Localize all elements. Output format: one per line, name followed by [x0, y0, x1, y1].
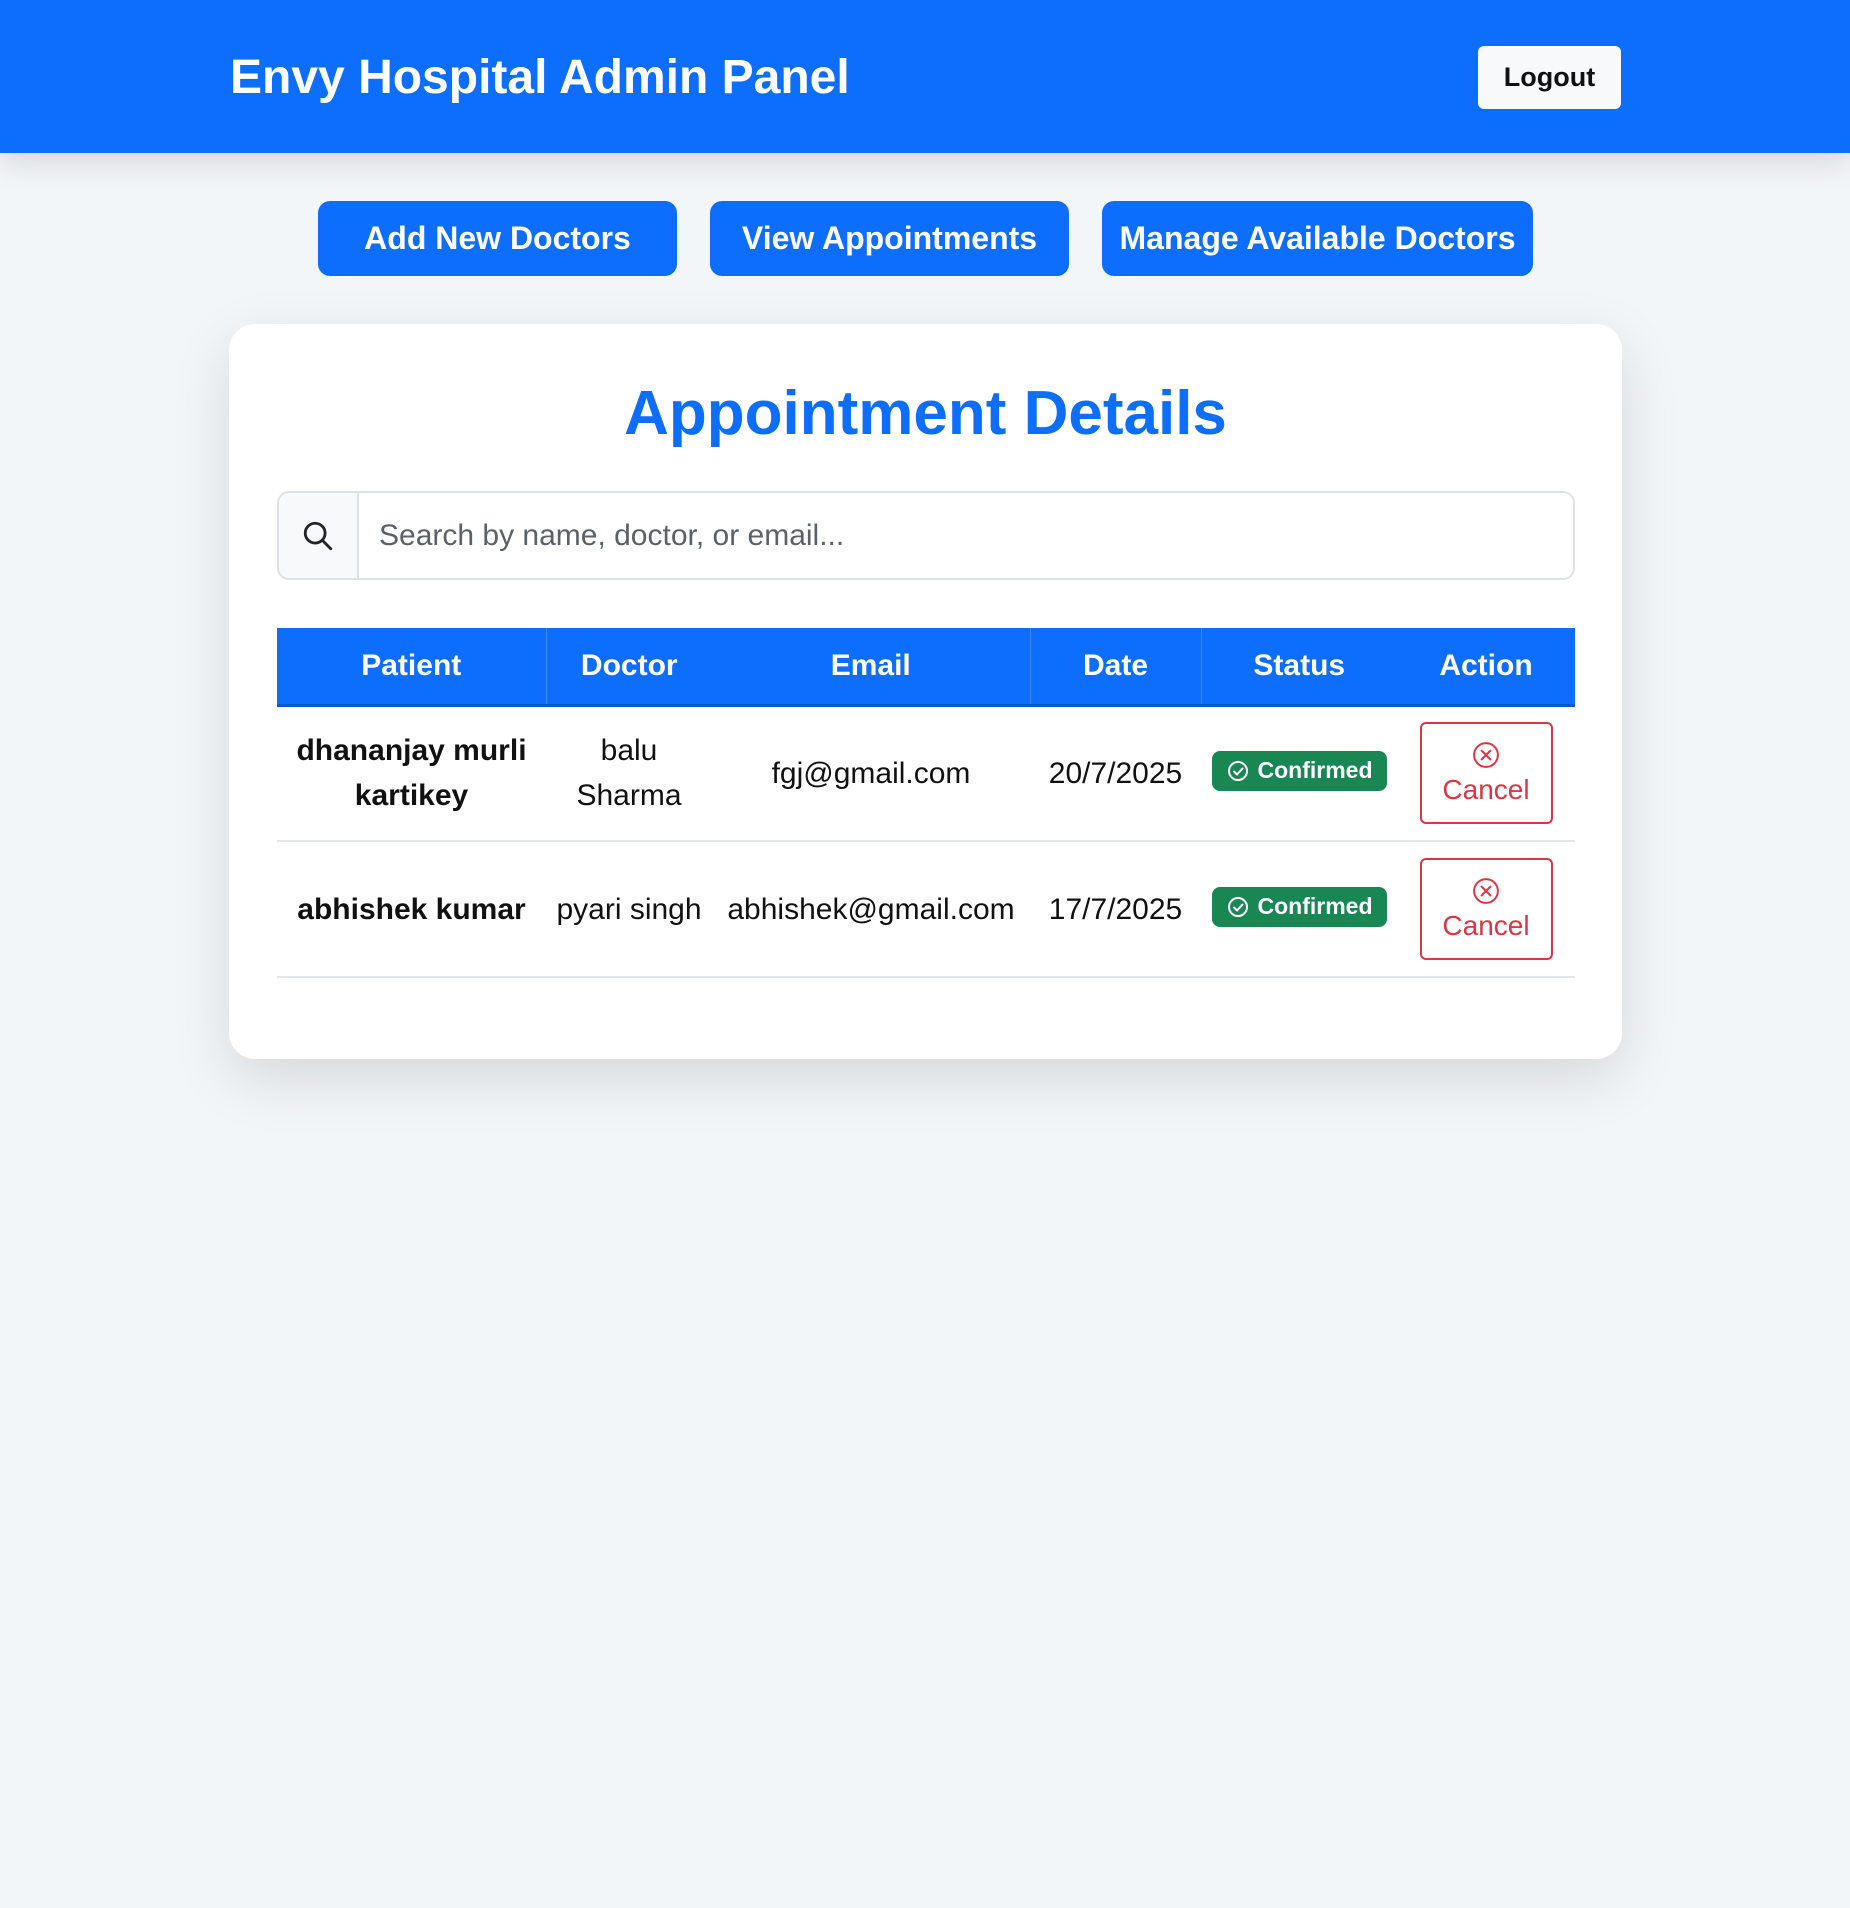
cancel-label: Cancel: [1442, 910, 1530, 941]
column-header-action: Action: [1397, 628, 1575, 707]
x-circle-icon: [1473, 742, 1499, 769]
patient-name: dhananjay murli kartikey: [277, 705, 546, 842]
table-row: dhananjay murli kartikey balu Sharma fgj…: [277, 705, 1575, 842]
doctor-name: pyari singh: [546, 841, 712, 978]
check-circle-icon: [1227, 896, 1248, 917]
patient-name: abhishek kumar: [277, 841, 546, 978]
view-appointments-button[interactable]: View Appointments: [710, 201, 1069, 276]
status-label: Confirmed: [1257, 893, 1373, 919]
patient-email: abhishek@gmail.com: [712, 841, 1030, 978]
status-label: Confirmed: [1257, 757, 1373, 784]
appointments-card: Appointment Details Patient Doctor Email…: [229, 324, 1622, 1059]
manage-available-doctors-button[interactable]: Manage Available Doctors: [1102, 201, 1533, 276]
column-header-date: Date: [1030, 628, 1202, 707]
search-icon: [279, 493, 359, 578]
appointments-table: Patient Doctor Email Date Status Action …: [277, 628, 1575, 978]
column-header-patient: Patient: [277, 628, 547, 707]
app-title: Envy Hospital Admin Panel: [230, 51, 850, 104]
patient-email: fgj@gmail.com: [712, 705, 1030, 842]
appointment-date: 20/7/2025: [1030, 705, 1201, 842]
search-input[interactable]: [359, 493, 1573, 578]
page-title: Appointment Details: [624, 379, 1227, 448]
check-circle-icon: [1227, 760, 1248, 781]
logout-button[interactable]: Logout: [1478, 46, 1621, 109]
cancel-button[interactable]: Cancel: [1419, 722, 1553, 825]
column-header-status: Status: [1201, 628, 1397, 707]
status-cell: Confirmed: [1201, 841, 1397, 978]
status-badge: Confirmed: [1211, 750, 1387, 791]
x-circle-icon: [1473, 878, 1499, 904]
search-bar: [277, 491, 1575, 580]
cancel-button[interactable]: Cancel: [1419, 858, 1553, 960]
doctor-name: balu Sharma: [546, 705, 712, 842]
cancel-label: Cancel: [1442, 774, 1530, 806]
table-row: abhishek kumar pyari singh abhishek@gmai…: [277, 841, 1575, 978]
add-new-doctors-button[interactable]: Add New Doctors: [318, 201, 677, 276]
table-header-row: Patient Doctor Email Date Status Action: [277, 628, 1575, 707]
column-header-doctor: Doctor: [546, 628, 712, 707]
status-badge: Confirmed: [1211, 886, 1387, 927]
action-cell: Cancel: [1397, 841, 1575, 978]
navbar: Envy Hospital Admin Panel Logout: [0, 0, 1850, 153]
appointment-date: 17/7/2025: [1030, 841, 1201, 978]
action-cell: Cancel: [1397, 705, 1575, 842]
status-cell: Confirmed: [1201, 705, 1397, 842]
column-header-email: Email: [712, 628, 1031, 707]
